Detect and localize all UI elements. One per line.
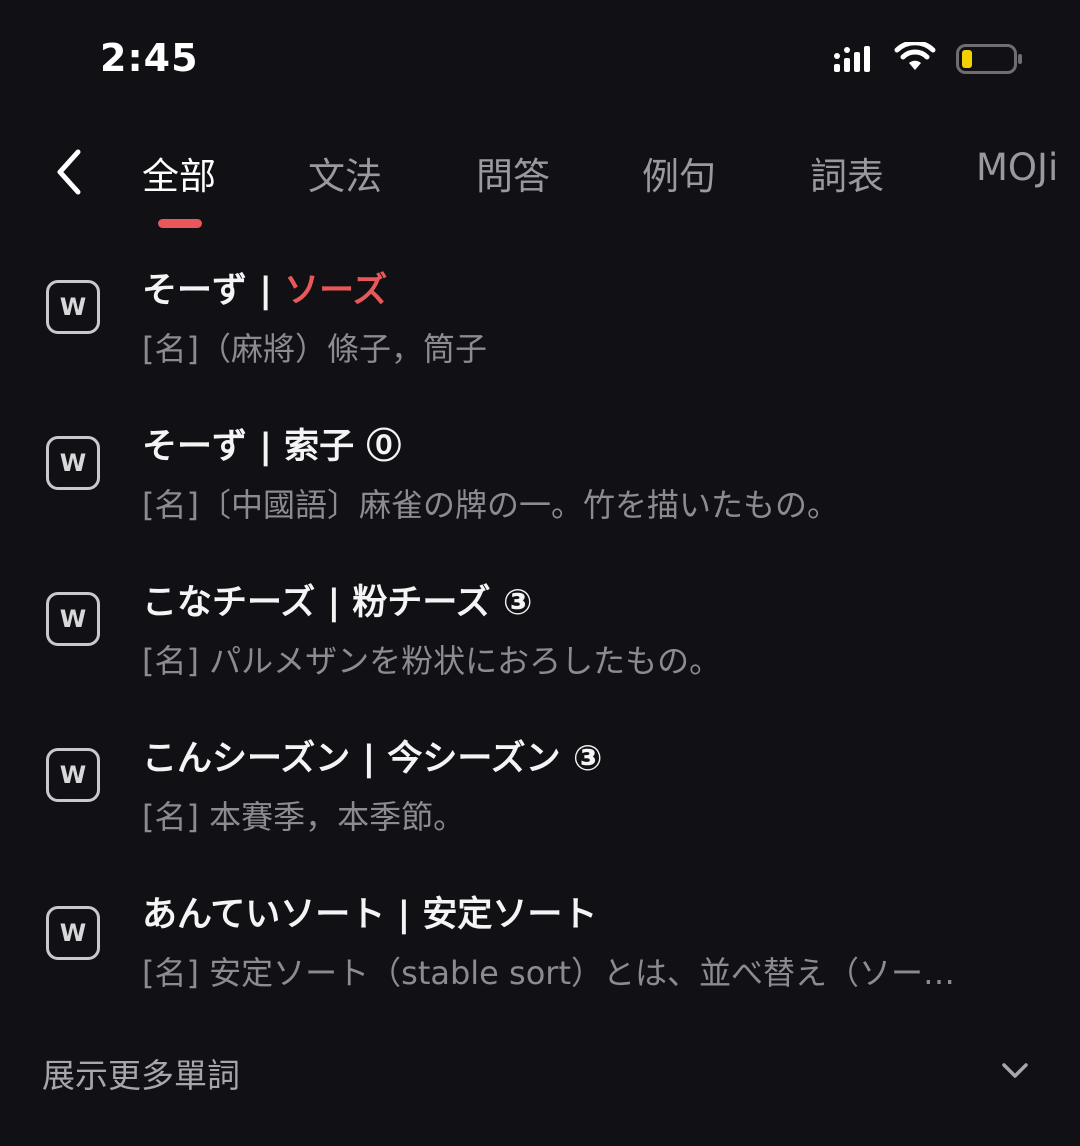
show-more-words-button[interactable]: 展示更多單詞: [0, 1045, 1080, 1105]
tab-examples[interactable]: 例句: [642, 146, 716, 200]
entry-title: あんていソート | 安定ソート: [142, 886, 597, 937]
entry-tone: ③: [490, 583, 533, 623]
tab-bar: 全部 文法 問答 例句 詞表 MOJi: [0, 146, 1080, 206]
entry-headword: 索子: [284, 427, 355, 467]
entry-definition: [名]〔中國語〕麻雀の牌の一。竹を描いたもの。: [142, 486, 839, 524]
entry-separator: |: [247, 271, 285, 311]
tab-qa[interactable]: 問答: [476, 146, 550, 200]
entry-separator: |: [350, 739, 388, 779]
entry-reading: こんシーズン: [142, 739, 351, 779]
entry-title: そーず | ソーズ: [142, 262, 387, 313]
entry-reading: そーず: [142, 427, 248, 467]
entry-title: そーず | 索子 ⓪: [142, 418, 401, 469]
entry-tone: ⓪: [354, 427, 402, 467]
tab-all[interactable]: 全部: [142, 146, 216, 200]
word-type-icon: W: [46, 748, 100, 802]
entry-separator: |: [247, 427, 285, 467]
list-item[interactable]: W こなチーズ | 粉チーズ ③ [名] パルメザンを粉状におろしたもの。: [0, 574, 1080, 714]
word-type-icon: W: [46, 592, 100, 646]
word-type-icon: W: [46, 906, 100, 960]
word-type-icon: W: [46, 436, 100, 490]
entry-separator: |: [385, 895, 423, 935]
cellular-signal-icon: [834, 46, 870, 72]
tab-moji[interactable]: MOJi: [976, 146, 1058, 189]
entry-headword: 安定ソート: [422, 895, 598, 935]
entry-headword: ソーズ: [284, 271, 388, 311]
tab-wordlist[interactable]: 詞表: [810, 146, 884, 200]
entry-definition: [名] パルメザンを粉状におろしたもの。: [142, 642, 722, 680]
status-time: 2:45: [100, 36, 199, 80]
entry-definition: [名] 本賽季，本季節。: [142, 798, 466, 836]
list-item[interactable]: W あんていソート | 安定ソート [名] 安定ソート（stable sort）…: [0, 886, 1080, 1026]
entry-headword: 粉チーズ: [352, 583, 491, 623]
entry-reading: そーず: [142, 271, 248, 311]
show-more-label: 展示更多單詞: [42, 1056, 240, 1095]
entry-reading: こなチーズ: [142, 583, 316, 623]
entry-title: こなチーズ | 粉チーズ ③: [142, 574, 533, 625]
list-item[interactable]: W そーず | 索子 ⓪ [名]〔中國語〕麻雀の牌の一。竹を描いたもの。: [0, 418, 1080, 558]
entry-reading: あんていソート: [142, 895, 386, 935]
word-type-icon: W: [46, 280, 100, 334]
entry-title: こんシーズン | 今シーズン ③: [142, 730, 603, 781]
entry-separator: |: [315, 583, 353, 623]
entry-headword: 今シーズン: [387, 739, 561, 779]
screen: 2:45 全部 文法 問答 例句 詞表 MOJi W そーず | ソーズ [名]…: [0, 0, 1080, 1146]
tab-grammar[interactable]: 文法: [308, 146, 382, 200]
list-item[interactable]: W そーず | ソーズ [名]（麻將）條子，筒子: [0, 262, 1080, 402]
list-item[interactable]: W こんシーズン | 今シーズン ③ [名] 本賽季，本季節。: [0, 730, 1080, 870]
entry-definition: [名] 安定ソート（stable sort）とは、並べ替え（ソー…: [142, 954, 955, 992]
entry-definition: [名]（麻將）條子，筒子: [142, 330, 487, 368]
entry-tone: ③: [560, 739, 603, 779]
battery-low-icon: [956, 44, 1022, 74]
chevron-down-icon: [1002, 1063, 1028, 1078]
active-tab-indicator: [158, 219, 202, 228]
wifi-icon: [894, 42, 936, 70]
